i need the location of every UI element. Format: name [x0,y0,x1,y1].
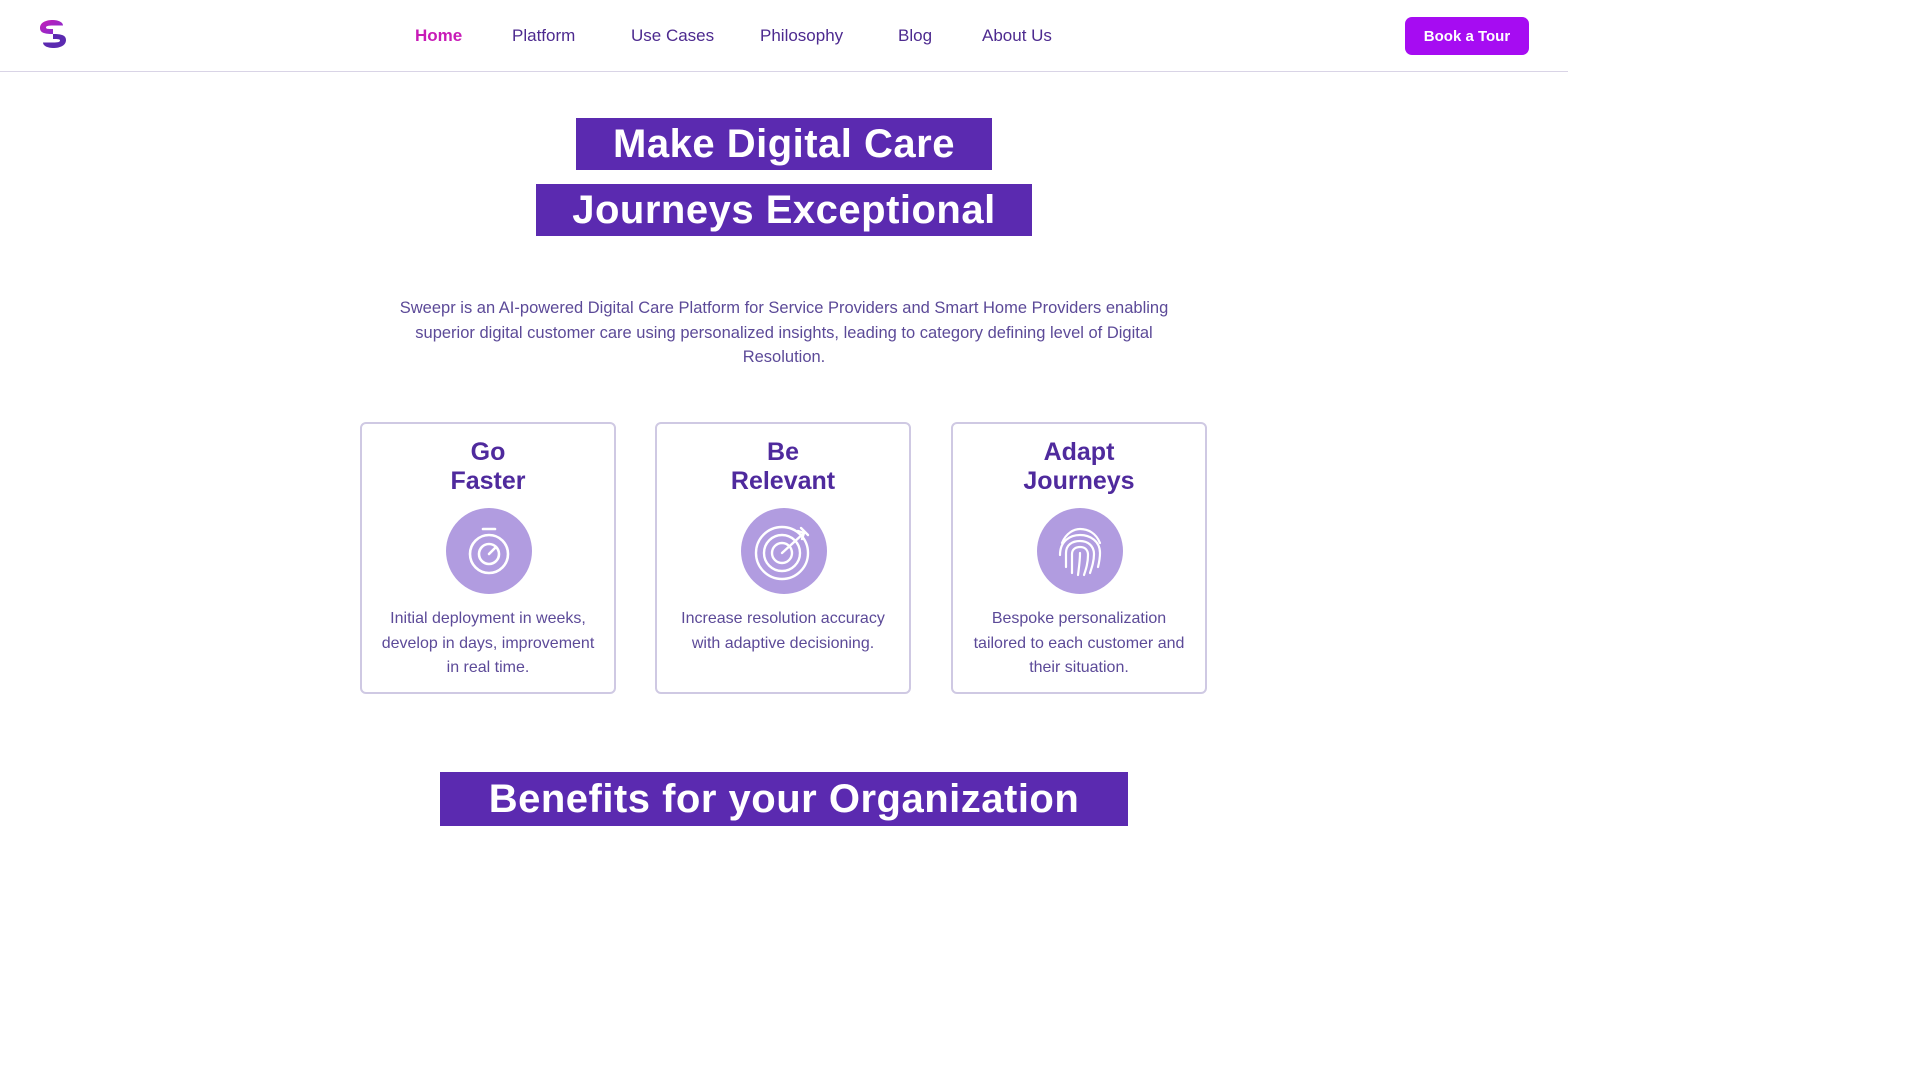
site-header: Home Platform Use Cases Philosophy Blog … [0,0,1568,72]
card-description: Initial deployment in weeks, develop in … [381,610,595,676]
book-a-tour-button[interactable]: Book a Tour [1405,17,1529,55]
nav-about-us[interactable]: About Us [982,26,1052,46]
card-title: Be Relevant [657,438,909,496]
hero-title-line-2: Journeys Exceptional [536,184,1032,236]
benefits-heading: Benefits for your Organization [440,772,1128,826]
stopwatch-icon [446,508,532,594]
card-title-line-2: Relevant [730,467,836,495]
main-nav: Home Platform Use Cases Philosophy Blog … [0,0,1568,72]
card-description: Bespoke personalization tailored to each… [973,610,1185,676]
feature-card-adapt-journeys: Adapt Journeys Bespoke personalization t… [951,422,1207,694]
hero-description: Sweepr is an AI-powered Digital Care Pla… [399,299,1169,366]
fingerprint-icon [1037,508,1123,594]
nav-philosophy[interactable]: Philosophy [760,26,843,46]
hero-title-line-1: Make Digital Care [576,118,992,170]
nav-blog[interactable]: Blog [898,26,932,46]
feature-card-be-relevant: Be Relevant Increase resolution accuracy… [655,422,911,694]
nav-platform[interactable]: Platform [512,26,575,46]
card-title: Adapt Journeys [953,438,1205,496]
card-title: Go Faster [362,438,614,496]
card-title-line-1: Be [767,438,799,466]
card-title-line-1: Adapt [1043,438,1115,466]
card-title-line-2: Faster [450,467,526,495]
target-icon [741,508,827,594]
nav-use-cases[interactable]: Use Cases [631,26,714,46]
card-description: Increase resolution accuracy with adapti… [681,610,885,652]
card-title-line-1: Go [470,438,506,466]
nav-home[interactable]: Home [415,26,462,46]
feature-card-go-faster: Go Faster Initial deployment in weeks, d… [360,422,616,694]
card-title-line-2: Journeys [1023,467,1135,495]
